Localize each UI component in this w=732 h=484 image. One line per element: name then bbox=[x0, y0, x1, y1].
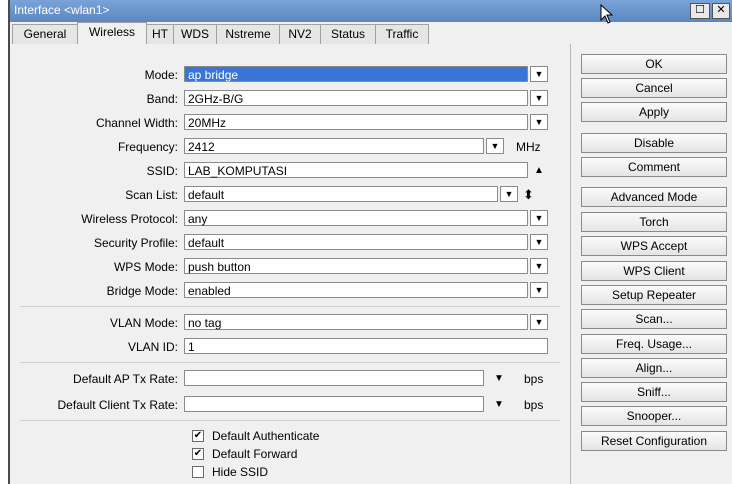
wps-accept-button[interactable]: WPS Accept bbox=[581, 236, 727, 256]
reset-configuration-button[interactable]: Reset Configuration bbox=[581, 431, 727, 451]
chevron-down-icon[interactable]: ▼ bbox=[530, 90, 548, 106]
frequency-select[interactable]: 2412 bbox=[184, 138, 484, 154]
apply-button[interactable]: Apply bbox=[581, 102, 727, 122]
chevron-down-icon[interactable]: ▼ bbox=[530, 210, 548, 226]
ok-button[interactable]: OK bbox=[581, 54, 727, 74]
checkbox-label: Default Authenticate bbox=[212, 429, 320, 443]
tab-wds[interactable]: WDS bbox=[173, 24, 217, 44]
ssid-label: SSID: bbox=[146, 164, 178, 178]
chevron-down-icon[interactable]: ▼ bbox=[530, 314, 548, 330]
collapse-up-icon[interactable]: ▲ bbox=[534, 162, 544, 180]
freq-usage-button[interactable]: Freq. Usage... bbox=[581, 334, 727, 354]
band-select[interactable]: 2GHz-B/G bbox=[184, 90, 528, 106]
wireless-protocol-select[interactable]: any bbox=[184, 210, 528, 226]
tab-general[interactable]: General bbox=[12, 24, 78, 44]
checkbox-label: Hide SSID bbox=[212, 465, 269, 479]
mouse-cursor-icon bbox=[600, 3, 614, 27]
security-profile-select[interactable]: default bbox=[184, 234, 528, 250]
tab-ht[interactable]: HT bbox=[146, 24, 174, 44]
chevron-down-icon[interactable]: ▼ bbox=[486, 138, 504, 154]
disable-button[interactable]: Disable bbox=[581, 133, 727, 153]
chevron-down-icon[interactable]: ▼ bbox=[494, 396, 504, 414]
bridge-mode-select[interactable]: enabled bbox=[184, 282, 528, 298]
advanced-mode-button[interactable]: Advanced Mode bbox=[581, 187, 727, 207]
scan-list-label: Scan List: bbox=[125, 188, 178, 202]
mode-select[interactable]: ap bridge bbox=[184, 66, 528, 82]
sniff-button[interactable]: Sniff... bbox=[581, 382, 727, 402]
align-button[interactable]: Align... bbox=[581, 358, 727, 378]
tab-wireless[interactable]: Wireless bbox=[77, 22, 147, 44]
tab-nv2[interactable]: NV2 bbox=[279, 24, 321, 44]
frequency-label: Frequency: bbox=[117, 140, 178, 154]
chevron-down-icon[interactable]: ▼ bbox=[494, 370, 504, 388]
ap-tx-rate-unit: bps bbox=[524, 372, 544, 386]
wps-mode-select[interactable]: push button bbox=[184, 258, 528, 274]
frequency-unit: MHz bbox=[516, 140, 541, 154]
band-label: Band: bbox=[146, 92, 178, 106]
default-client-tx-rate-label: Default Client Tx Rate: bbox=[57, 398, 179, 412]
chevron-down-icon[interactable]: ▼ bbox=[530, 282, 548, 298]
bridge-mode-label: Bridge Mode: bbox=[106, 284, 178, 298]
checkbox-box[interactable]: ✔ bbox=[192, 430, 204, 442]
default-client-tx-rate-input[interactable] bbox=[184, 396, 484, 412]
comment-button[interactable]: Comment bbox=[581, 157, 727, 177]
checkbox-box[interactable] bbox=[192, 466, 204, 478]
divider bbox=[20, 362, 560, 363]
wps-client-button[interactable]: WPS Client bbox=[581, 261, 727, 281]
chevron-down-icon[interactable]: ▼ bbox=[500, 186, 518, 202]
scan-list-select[interactable]: default bbox=[184, 186, 498, 202]
wireless-protocol-label: Wireless Protocol: bbox=[81, 212, 178, 226]
channel-width-select[interactable]: 20MHz bbox=[184, 114, 528, 130]
restore-button[interactable]: ☐ bbox=[690, 3, 710, 19]
ssid-input[interactable]: LAB_KOMPUTASI bbox=[184, 162, 528, 178]
snooper-button[interactable]: Snooper... bbox=[581, 406, 727, 426]
default-ap-tx-rate-label: Default AP Tx Rate: bbox=[73, 372, 178, 386]
setup-repeater-button[interactable]: Setup Repeater bbox=[581, 285, 727, 305]
checkbox-box[interactable]: ✔ bbox=[192, 448, 204, 460]
client-tx-rate-unit: bps bbox=[524, 398, 544, 412]
vlan-mode-select[interactable]: no tag bbox=[184, 314, 528, 330]
wps-mode-label: WPS Mode: bbox=[113, 260, 178, 274]
scan-button[interactable]: Scan... bbox=[581, 309, 727, 329]
up-down-icon[interactable]: ⬍ bbox=[523, 186, 534, 204]
chevron-down-icon[interactable]: ▼ bbox=[530, 114, 548, 130]
chevron-down-icon[interactable]: ▼ bbox=[530, 234, 548, 250]
tab-status[interactable]: Status bbox=[320, 24, 376, 44]
title-bar[interactable]: Interface <wlan1> ☐ ✕ bbox=[10, 0, 732, 24]
window-title: Interface <wlan1> bbox=[14, 3, 110, 17]
chevron-down-icon[interactable]: ▼ bbox=[530, 258, 548, 274]
divider bbox=[20, 420, 560, 421]
interface-window: Interface <wlan1> ☐ ✕ General Wireless H… bbox=[8, 0, 732, 484]
close-button[interactable]: ✕ bbox=[712, 3, 730, 19]
panel-divider bbox=[570, 44, 571, 484]
divider bbox=[20, 306, 560, 307]
torch-button[interactable]: Torch bbox=[581, 212, 727, 232]
checkbox-label: Default Forward bbox=[212, 447, 298, 461]
chevron-down-icon[interactable]: ▼ bbox=[530, 66, 548, 82]
mode-label: Mode: bbox=[144, 68, 178, 82]
vlan-id-input[interactable]: 1 bbox=[184, 338, 548, 354]
security-profile-label: Security Profile: bbox=[93, 236, 178, 250]
tab-traffic[interactable]: Traffic bbox=[375, 24, 429, 44]
tab-nstreme[interactable]: Nstreme bbox=[216, 24, 280, 44]
default-ap-tx-rate-input[interactable] bbox=[184, 370, 484, 386]
channel-width-label: Channel Width: bbox=[95, 116, 178, 130]
vlan-mode-label: VLAN Mode: bbox=[109, 316, 178, 330]
cancel-button[interactable]: Cancel bbox=[581, 78, 727, 98]
vlan-id-label: VLAN ID: bbox=[127, 340, 178, 354]
